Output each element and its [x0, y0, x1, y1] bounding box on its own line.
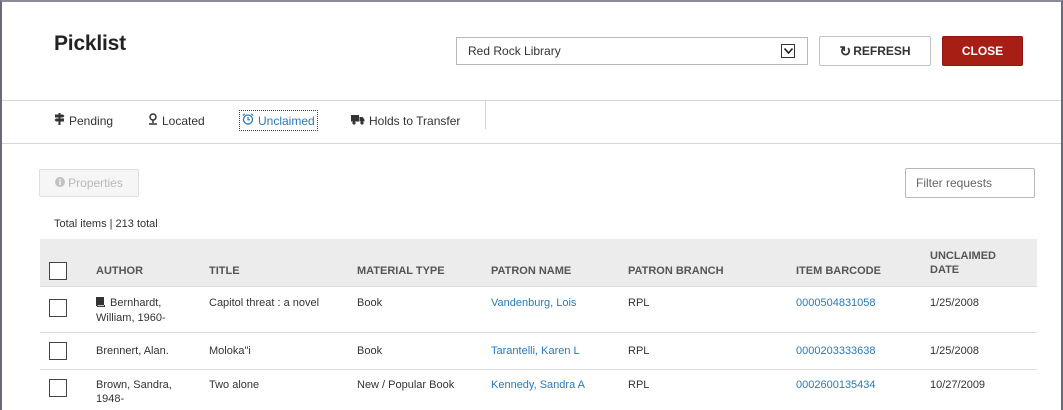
column-header-unclaimed-date[interactable]: UNCLAIMED DATE	[930, 249, 1010, 277]
unclaimed-date-cell: 1/25/2008	[930, 345, 979, 357]
table-header-row: AUTHOR TITLE MATERIAL TYPE PATRON NAME P…	[40, 239, 1037, 286]
material-type-cell: Book	[357, 297, 383, 309]
title-cell: Capitol threat : a novel	[209, 297, 320, 309]
close-button[interactable]: CLOSE	[942, 36, 1023, 66]
title-cell: Two alone	[209, 379, 260, 391]
page-title: Picklist	[54, 32, 126, 55]
signpost-icon	[54, 113, 65, 128]
chevron-down-icon[interactable]	[781, 44, 795, 58]
material-type-cell: Book	[357, 345, 383, 357]
author-text: Bernhardt, William, 1960-	[96, 297, 166, 324]
column-header-material-type[interactable]: MATERIAL TYPE	[357, 264, 445, 278]
properties-button[interactable]: Properties	[39, 169, 139, 197]
total-items-count: Total items | 213 total	[54, 218, 158, 230]
refresh-button-label: REFRESH	[853, 44, 911, 58]
refresh-button[interactable]: ↻ REFRESH	[819, 36, 931, 66]
patron-name-link[interactable]: Tarantelli, Karen L	[491, 344, 580, 358]
patron-name-link[interactable]: Kennedy, Sandra A	[491, 378, 585, 392]
author-cell: Brennert, Alan.	[96, 345, 169, 357]
row-checkbox[interactable]	[49, 299, 67, 317]
filter-requests-input[interactable]	[905, 168, 1035, 198]
tab-located[interactable]: Located	[148, 111, 205, 130]
author-cell: Brown, Sandra, 1948-	[96, 379, 172, 405]
tab-bar: Pending Located Unclaimed Holds to Trans…	[2, 100, 1061, 144]
select-all-checkbox[interactable]	[49, 262, 67, 280]
patron-branch-cell: RPL	[628, 345, 650, 357]
tab-label: Located	[162, 113, 205, 128]
unclaimed-date-cell: 10/27/2009	[930, 379, 986, 391]
patron-name-link[interactable]: Vandenburg, Lois	[491, 296, 576, 310]
row-checkbox[interactable]	[49, 379, 67, 397]
refresh-icon: ↻	[839, 43, 852, 59]
properties-button-label: Properties	[68, 176, 123, 190]
patron-branch-cell: RPL	[628, 379, 650, 391]
library-select[interactable]: Red Rock Library	[456, 37, 808, 65]
material-type-cell: New / Popular Book	[357, 379, 455, 391]
item-barcode-link[interactable]: 0002600135434	[796, 378, 876, 392]
tab-label: Pending	[69, 113, 114, 128]
library-select-value: Red Rock Library	[468, 44, 561, 58]
table-row[interactable]: Brown, Sandra, 1948- Two alone New / Pop…	[40, 369, 1037, 410]
truck-icon	[351, 114, 365, 128]
location-pin-icon	[148, 113, 158, 128]
column-header-patron-name[interactable]: PATRON NAME	[491, 264, 571, 278]
tab-label: Holds to Transfer	[369, 113, 461, 128]
table-row[interactable]: Brennert, Alan. Moloka"i Book Tarantelli…	[40, 332, 1037, 369]
title-cell: Moloka"i	[209, 345, 251, 357]
tab-label: Unclaimed	[258, 113, 315, 128]
table-row[interactable]: Bernhardt, William, 1960- Capitol threat…	[40, 286, 1037, 332]
unclaimed-table: AUTHOR TITLE MATERIAL TYPE PATRON NAME P…	[40, 239, 1037, 410]
column-header-item-barcode[interactable]: ITEM BARCODE	[796, 264, 881, 278]
column-header-title[interactable]: TITLE	[209, 264, 240, 278]
column-header-author[interactable]: AUTHOR	[96, 264, 143, 278]
alarm-clock-icon	[242, 113, 254, 128]
item-barcode-link[interactable]: 0000504831058	[796, 296, 876, 310]
patron-branch-cell: RPL	[628, 297, 650, 309]
book-icon	[96, 297, 105, 311]
author-cell: Bernhardt, William, 1960-	[96, 296, 186, 325]
tab-holds-to-transfer[interactable]: Holds to Transfer	[351, 111, 460, 130]
tab-pending[interactable]: Pending	[54, 111, 113, 130]
info-icon	[55, 176, 66, 190]
tab-unclaimed[interactable]: Unclaimed	[239, 110, 318, 131]
column-header-patron-branch[interactable]: PATRON BRANCH	[628, 264, 724, 278]
picklist-window: Picklist Red Rock Library ↻ REFRESH CLOS…	[0, 0, 1063, 410]
item-barcode-link[interactable]: 0000203333638	[796, 344, 876, 358]
tab-divider	[485, 101, 486, 129]
row-checkbox[interactable]	[49, 342, 67, 360]
unclaimed-date-cell: 1/25/2008	[930, 297, 979, 309]
